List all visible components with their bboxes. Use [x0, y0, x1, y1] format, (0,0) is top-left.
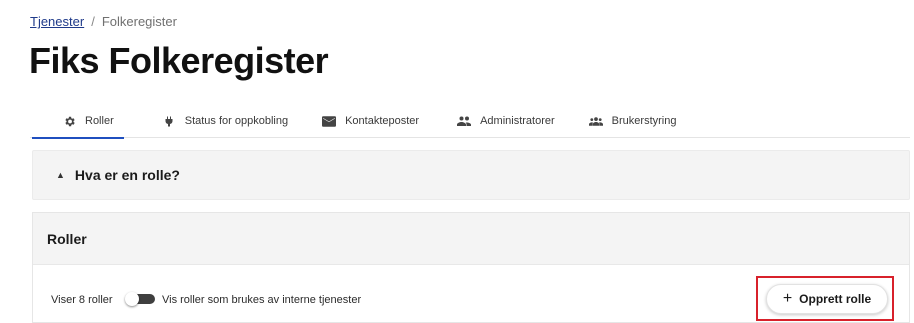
tab-brukerstyring-label: Brukerstyring [611, 115, 677, 127]
accordion-title: Hva er en rolle? [74, 167, 180, 183]
tab-status-for-oppkobling[interactable]: Status for oppkobling [162, 104, 288, 138]
gear-icon [62, 114, 76, 128]
tab-administratorer-label: Administratorer [480, 115, 555, 127]
plus-icon: + [782, 290, 793, 307]
create-role-button[interactable]: + Opprett rolle [766, 284, 888, 314]
tab-roller[interactable]: Roller [32, 104, 128, 139]
create-role-button-label: Opprett rolle [799, 292, 872, 306]
roles-card-header: Roller [33, 213, 909, 265]
breadcrumb-current: Folkeregister [101, 14, 177, 29]
breadcrumb: Tjenester / Folkeregister [30, 14, 177, 29]
roles-card-title: Roller [47, 230, 87, 247]
tab-administratorer[interactable]: Administratorer [457, 104, 555, 138]
people-icon [457, 114, 472, 128]
tab-roller-label: Roller [85, 115, 114, 127]
internal-services-toggle[interactable] [125, 292, 155, 306]
accordion-what-is-a-role[interactable]: ▲ Hva er en rolle? [32, 150, 910, 200]
plug-icon [162, 114, 176, 128]
chevron-up-icon: ▲ [56, 170, 65, 180]
page: Tjenester / Folkeregister Fiks Folkeregi… [0, 0, 914, 323]
roles-toolbar: Viser 8 roller Vis roller som brukes av … [33, 265, 909, 323]
tab-kontakteposter[interactable]: Kontakteposter [322, 104, 419, 138]
tab-bar: Roller Status for oppkobling Kontaktepos… [30, 104, 910, 139]
tab-status-label: Status for oppkobling [184, 115, 289, 127]
envelope-icon [322, 114, 337, 128]
internal-services-toggle-label: Vis roller som brukes av interne tjenest… [162, 294, 362, 306]
roles-card: Roller Viser 8 roller Vis roller som bru… [32, 212, 910, 323]
roles-count-text: Viser 8 roller [51, 294, 113, 306]
tab-brukerstyring[interactable]: Brukerstyring [588, 104, 677, 138]
group-icon [588, 114, 603, 128]
breadcrumb-link-tjenester[interactable]: Tjenester [30, 14, 84, 29]
page-title: Fiks Folkeregister [29, 40, 329, 81]
tab-kontakteposter-label: Kontakteposter [345, 115, 420, 127]
toggle-knob [125, 292, 139, 306]
breadcrumb-separator: / [91, 14, 95, 29]
